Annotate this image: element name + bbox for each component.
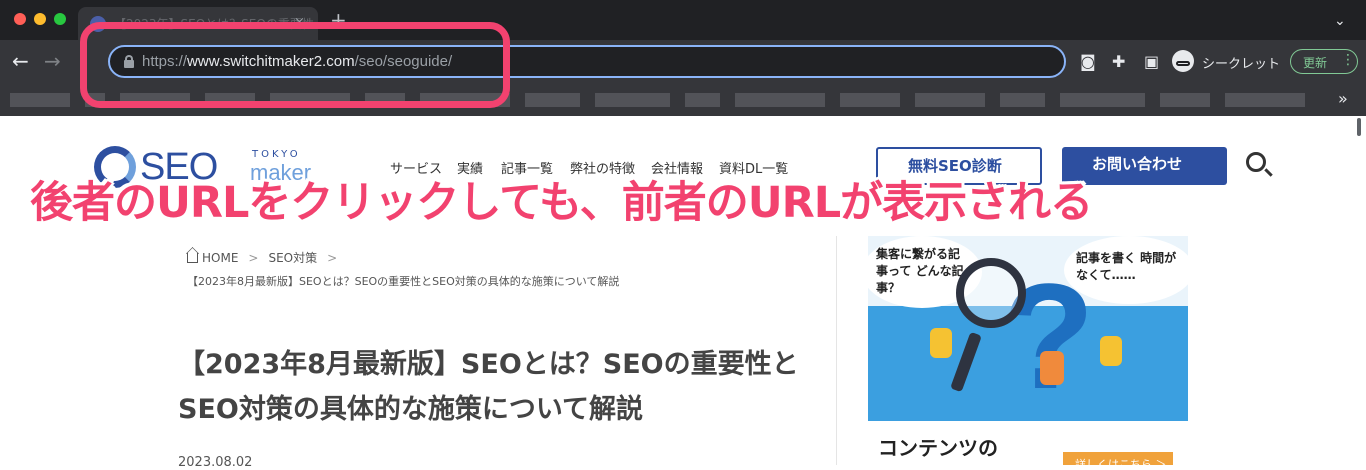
bubble-right-text: 記事を書く 時間がなくて…… <box>1076 251 1177 282</box>
bookmark-item[interactable] <box>915 93 985 107</box>
incognito-icon[interactable] <box>1172 50 1194 72</box>
bookmark-item[interactable] <box>1060 93 1145 107</box>
bookmark-item[interactable] <box>1000 93 1045 107</box>
menu-icon[interactable]: ⋮ <box>1341 52 1355 68</box>
banner-details-button[interactable]: 詳しくはこちら ＞ <box>1063 452 1173 465</box>
person-illustration <box>1100 336 1122 366</box>
bookmark-item[interactable] <box>10 93 70 107</box>
bubble-left-text: 集客に繋がる記事って どんな記事？ <box>876 247 964 295</box>
person-illustration <box>930 328 952 358</box>
close-window-button[interactable] <box>14 13 26 25</box>
breadcrumb-home[interactable]: HOME <box>202 251 238 265</box>
breadcrumb: HOME > SEO対策 > <box>187 249 347 266</box>
search-icon[interactable] <box>1246 152 1266 172</box>
bookmark-item[interactable] <box>685 93 720 107</box>
article-date: 2023.08.02 <box>178 455 253 470</box>
incognito-label: シークレット <box>1202 57 1281 72</box>
bookmark-item[interactable] <box>1225 93 1305 107</box>
sidebar-banner[interactable]: ? 集客に繋がる記事って どんな記事？ 記事を書く 時間がなくて…… コンテンツ… <box>868 236 1188 465</box>
browser-chrome: 【2023年】SEOとは？SEOの重要性... × + ⌄ ← → https:… <box>0 0 1366 116</box>
scrollbar[interactable] <box>1357 118 1361 136</box>
camera-icon[interactable]: ◙ <box>1080 52 1096 71</box>
update-label: 更新 <box>1303 56 1328 70</box>
article-title: 【2023年8月最新版】SEOとは？SEOの重要性とSEO対策の具体的な施策につ… <box>178 349 799 425</box>
magnifier-icon <box>956 258 1026 328</box>
contact-label: お問い合わせ <box>1092 155 1183 173</box>
bookmark-item[interactable] <box>1160 93 1210 107</box>
update-button[interactable]: 更新 ⋮ <box>1290 49 1358 74</box>
person-illustration <box>1040 351 1064 385</box>
home-icon <box>187 253 198 263</box>
bookmark-item[interactable] <box>840 93 900 107</box>
forward-button[interactable]: → <box>44 50 61 72</box>
content-divider <box>836 236 837 465</box>
bookmarks-overflow-button[interactable]: » <box>1338 89 1348 108</box>
bookmark-item[interactable] <box>525 93 580 107</box>
banner-headline: コンテンツの <box>878 436 998 460</box>
bookmark-item[interactable] <box>595 93 670 107</box>
bookmark-item[interactable] <box>735 93 825 107</box>
back-button[interactable]: ← <box>12 50 29 72</box>
tab-search-button[interactable]: ⌄ <box>1334 13 1346 29</box>
annotation-overlay-text: 後者のURLをクリックしても、前者のURLが表示される <box>30 178 1093 228</box>
side-panel-icon[interactable]: ▣ <box>1144 52 1159 71</box>
maximize-window-button[interactable] <box>54 13 66 25</box>
banner-details-label: 詳しくはこちら ＞ <box>1075 458 1167 465</box>
url-highlight-box <box>80 22 510 108</box>
breadcrumb-category[interactable]: SEO対策 <box>268 251 317 265</box>
extensions-icon[interactable]: ✚ <box>1112 52 1125 71</box>
breadcrumb-current: 【2023年8月最新版】SEOとは？SEOの重要性とSEO対策の具体的な施策につ… <box>187 275 620 288</box>
minimize-window-button[interactable] <box>34 13 46 25</box>
logo-tokyo: TOKYO <box>252 149 301 160</box>
